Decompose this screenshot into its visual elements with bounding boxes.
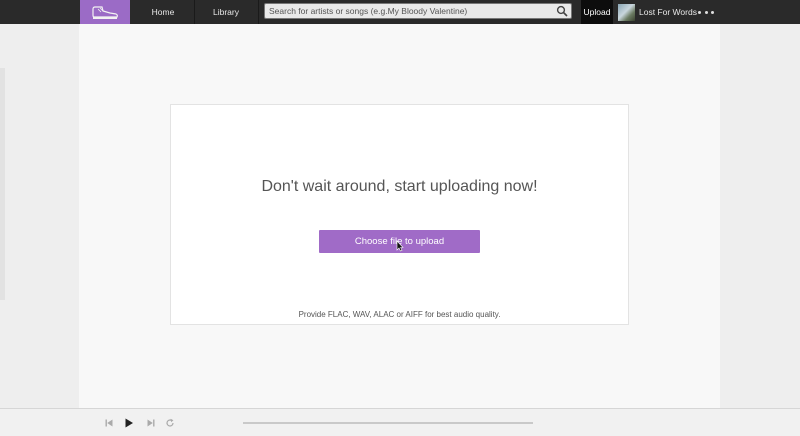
format-hint: Provide FLAC, WAV, ALAC or AIFF for best…	[298, 310, 501, 319]
top-navigation-bar: Home Library Upload Lost For Words	[0, 0, 800, 24]
search-box	[264, 3, 572, 19]
more-dots-icon[interactable]	[698, 6, 714, 18]
player-bar	[0, 408, 800, 436]
nav-home[interactable]: Home	[133, 0, 193, 24]
skip-back-icon[interactable]	[103, 417, 115, 429]
repeat-icon[interactable]	[164, 417, 176, 429]
upload-card: Don't wait around, start uploading now! …	[170, 104, 629, 325]
skip-forward-icon[interactable]	[145, 417, 157, 429]
progress-bar[interactable]	[243, 422, 533, 424]
username: Lost For Words	[639, 7, 697, 17]
avatar	[618, 3, 635, 21]
user-menu[interactable]: Lost For Words	[618, 0, 697, 24]
sneaker-icon	[92, 6, 118, 19]
nav-divider	[194, 0, 195, 24]
search-icon[interactable]	[556, 5, 568, 17]
upload-headline: Don't wait around, start uploading now!	[261, 178, 538, 195]
logo[interactable]	[80, 0, 130, 24]
mouse-pointer-icon	[396, 240, 404, 252]
left-edge-panel	[0, 68, 5, 300]
nav-divider	[258, 0, 259, 24]
nav-upload[interactable]: Upload	[581, 0, 613, 24]
nav-library[interactable]: Library	[196, 0, 256, 24]
play-icon[interactable]	[123, 417, 135, 429]
search-input[interactable]	[265, 4, 555, 18]
